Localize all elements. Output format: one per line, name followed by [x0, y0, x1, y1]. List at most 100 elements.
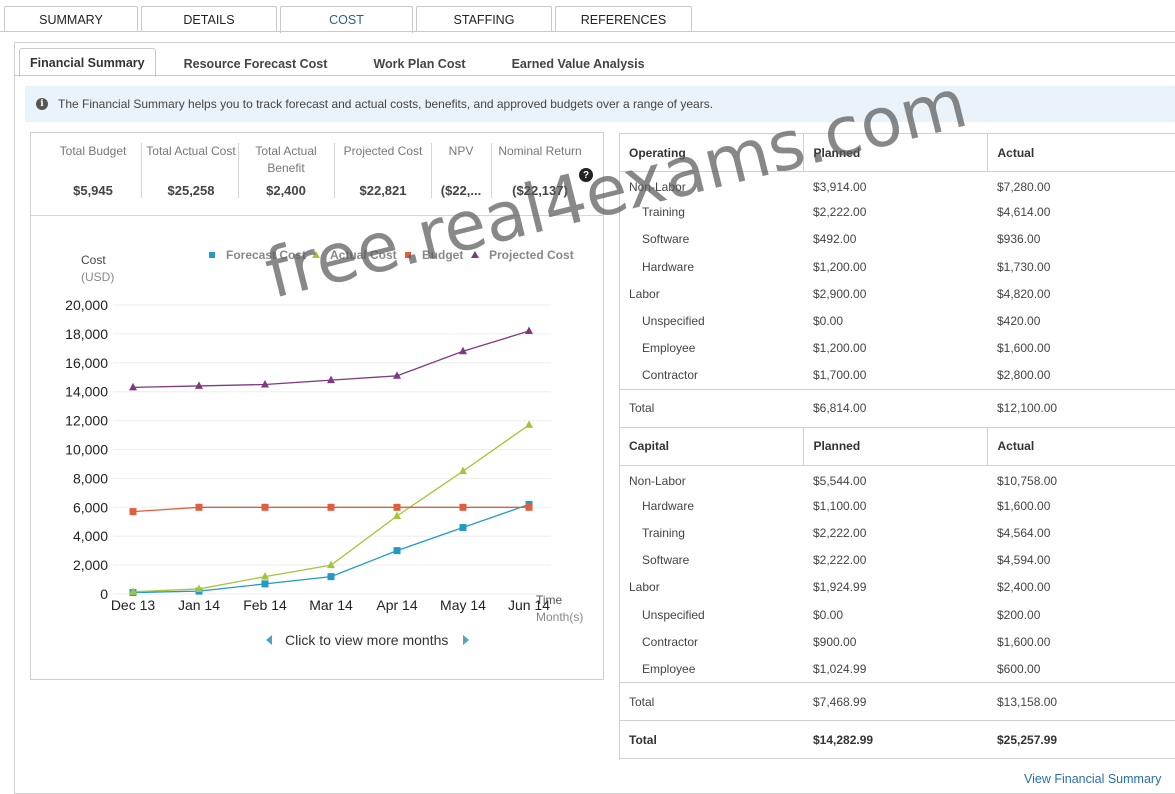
x-tick-label: Feb 14 — [243, 597, 287, 613]
top-tab-divider — [0, 31, 1175, 32]
data-point — [525, 420, 533, 428]
table-row: Labor $1,924.99 $2,400.00 — [619, 574, 1175, 601]
data-point — [525, 503, 533, 511]
subtab-earned-value-analysis[interactable]: Earned Value Analysis — [498, 51, 659, 77]
y-tick-label: 6,000 — [73, 499, 108, 515]
grand-total-actual: $25,257.99 — [987, 720, 1175, 759]
total-actual: $13,158.00 — [987, 682, 1175, 721]
y-tick-label: 18,000 — [65, 326, 108, 342]
row-planned: $0.00 — [813, 314, 844, 329]
kpi-total-actual-cost: Total Actual Cost $25,258 — [143, 143, 239, 199]
y-tick-label: 16,000 — [65, 355, 108, 371]
row-actual: $200.00 — [997, 607, 1041, 622]
table-row: Software $2,222.00 $4,594.00 — [619, 547, 1175, 574]
data-point — [327, 560, 335, 569]
kpi-value: ($22,... — [440, 183, 482, 198]
tab-references[interactable]: REFERENCES — [555, 6, 692, 32]
tab-details[interactable]: DETAILS — [141, 6, 277, 32]
kpi-projected-cost: Projected Cost $22,821 — [339, 143, 427, 199]
row-label: Hardware — [642, 259, 695, 274]
table-row: Non-Labor $3,914.00 $7,280.00 — [619, 172, 1175, 199]
operating-header-actual: Actual — [986, 133, 1175, 172]
operating-header-row: Operating Planned Actual — [619, 133, 1175, 172]
row-label: Employee — [642, 341, 696, 356]
tab-cost[interactable]: COST — [280, 6, 413, 33]
grand-total-row: Total $14,282.99 $25,257.99 — [619, 720, 1175, 759]
row-actual: $7,280.00 — [997, 180, 1051, 195]
y-axis-title: Cost — [81, 253, 106, 267]
kpi-value: $25,258 — [167, 183, 215, 198]
data-point — [261, 503, 269, 511]
row-planned: $2,222.00 — [813, 205, 867, 220]
kpi-total-actual-benefit: Total Actual Benefit $2,400 — [246, 143, 326, 199]
table-row: Contractor $900.00 $1,600.00 — [619, 628, 1175, 655]
y-tick-label: 14,000 — [65, 384, 108, 400]
data-point — [459, 524, 467, 532]
row-label: Contractor — [642, 368, 699, 383]
cost-line-chart: 0 2,000 4,000 6,000 8,000 10,000 12,000 14,000 1… — [65, 248, 583, 624]
data-point — [129, 508, 137, 516]
info-text: The Financial Summary helps you to track… — [58, 97, 714, 111]
row-planned: $492.00 — [813, 232, 857, 247]
row-actual: $1,730.00 — [997, 259, 1051, 274]
tab-staffing[interactable]: STAFFING — [416, 6, 552, 32]
y-tick-label: 2,000 — [73, 557, 108, 573]
kpi-divider — [141, 143, 142, 198]
next-months-arrow-icon[interactable] — [463, 635, 470, 645]
row-planned: $3,914.00 — [813, 180, 867, 195]
y-tick-label: 12,000 — [65, 413, 108, 429]
data-point — [393, 503, 401, 511]
kpi-label: Projected Cost — [343, 144, 423, 158]
row-actual: $10,758.00 — [997, 473, 1058, 488]
y-tick-label: 20,000 — [65, 297, 108, 313]
operating-header-category: Operating — [619, 133, 803, 172]
row-label: Hardware — [642, 498, 695, 513]
kpi-row: Total Budget $5,945 Total Actual Cost $2… — [31, 133, 603, 216]
kpi-divider — [334, 143, 335, 198]
kpi-divider — [238, 143, 239, 198]
chart-nav-label[interactable]: Click to view more months — [285, 632, 448, 648]
row-actual: $2,800.00 — [997, 368, 1051, 383]
row-actual: $2,400.00 — [997, 580, 1051, 595]
data-point — [129, 382, 137, 391]
row-planned: $1,200.00 — [813, 341, 867, 356]
sub-tab-bar: Financial Summary Resource Forecast Cost… — [19, 47, 665, 77]
cost-panel: Financial Summary Resource Forecast Cost… — [14, 42, 1175, 794]
table-row: Training $2,222.00 $4,614.00 — [619, 199, 1175, 226]
previous-months-arrow-icon[interactable] — [266, 635, 272, 645]
row-planned: $1,100.00 — [813, 498, 867, 513]
x-tick-label: May 14 — [440, 597, 486, 613]
row-label: Training — [642, 205, 685, 220]
row-actual: $4,614.00 — [997, 205, 1051, 220]
capital-header-category: Capital — [619, 426, 803, 466]
row-label: Employee — [642, 661, 696, 676]
row-actual: $1,600.00 — [997, 498, 1051, 513]
data-point — [195, 503, 203, 511]
capital-header-actual: Actual — [986, 426, 1175, 466]
table-row: Employee $1,200.00 $1,600.00 — [619, 335, 1175, 362]
legend-marker-icon — [405, 252, 411, 258]
kpi-total-budget: Total Budget $5,945 — [55, 143, 131, 199]
subtab-financial-summary[interactable]: Financial Summary — [19, 48, 156, 77]
help-icon[interactable]: ? — [579, 168, 593, 182]
operating-header-planned: Planned — [802, 133, 987, 172]
total-planned: $6,814.00 — [803, 388, 987, 427]
view-financial-summary-link[interactable]: View Financial Summary — [1024, 772, 1161, 786]
data-point — [393, 511, 401, 519]
subtab-work-plan-cost[interactable]: Work Plan Cost — [359, 51, 479, 77]
y-tick-label: 10,000 — [65, 442, 108, 458]
grand-total-label: Total — [619, 720, 803, 759]
row-planned: $1,700.00 — [813, 368, 867, 383]
sub-tab-divider — [15, 75, 1175, 76]
legend-label: Forecast Cost — [226, 248, 306, 262]
kpi-label: Total Actual Benefit — [255, 144, 317, 175]
tab-summary[interactable]: SUMMARY — [4, 6, 138, 32]
table-row: Software $492.00 $936.00 — [619, 226, 1175, 253]
kpi-label: Total Budget — [59, 144, 127, 158]
subtab-resource-forecast-cost[interactable]: Resource Forecast Cost — [170, 51, 342, 77]
data-point — [393, 547, 401, 555]
info-icon: i — [36, 98, 48, 110]
row-actual: $420.00 — [997, 314, 1041, 329]
row-actual: $936.00 — [997, 232, 1041, 247]
row-planned: $1,924.99 — [813, 580, 867, 595]
